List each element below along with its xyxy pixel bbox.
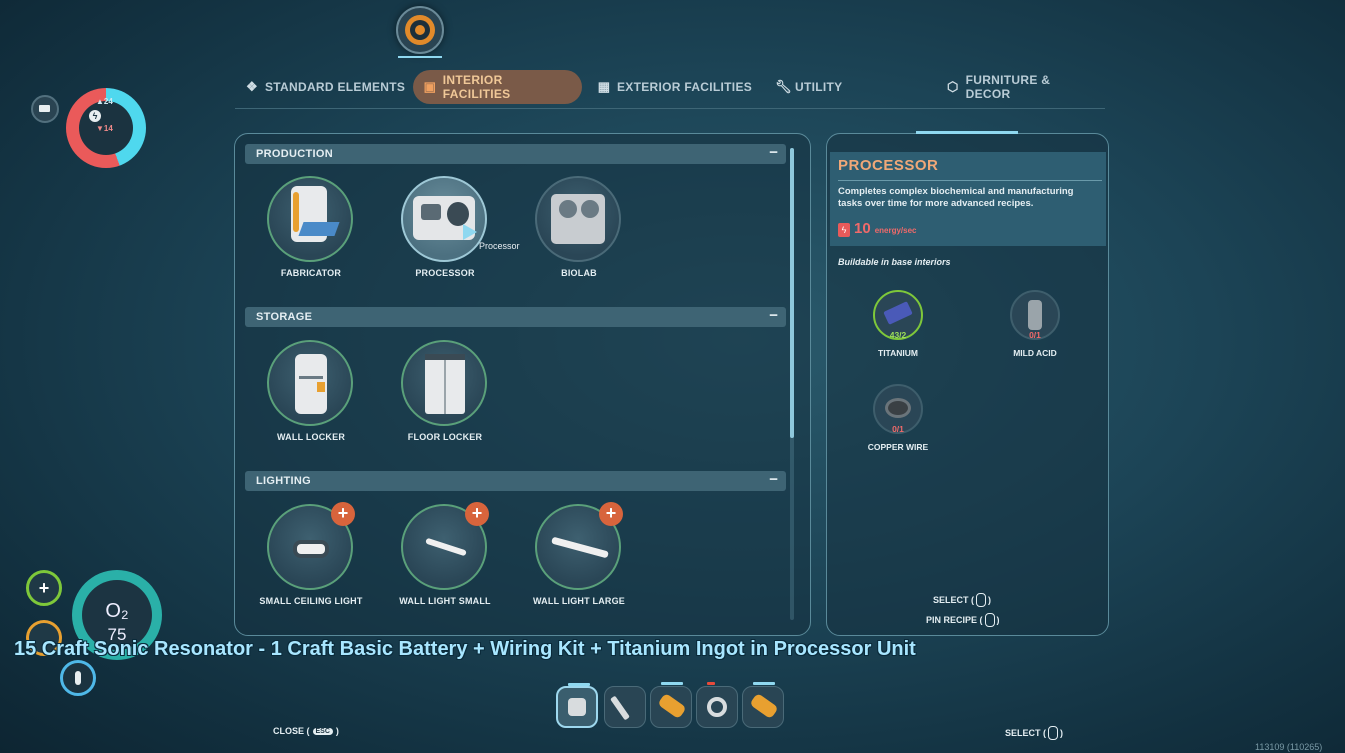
item-small-ceiling-light[interactable]: + SMALL CEILING LIGHT (251, 502, 371, 634)
plus-icon: + (38, 578, 50, 598)
lightning-icon: ϟ (89, 110, 101, 122)
mouse-icon (976, 593, 987, 607)
hexagon-cube-icon: ⬡ (946, 79, 959, 94)
buildable-note: Buildable in base interiors (838, 257, 951, 267)
category-tabs: ❖ STANDARD ELEMENTS ▣ INTERIOR FACILITIE… (235, 70, 1105, 104)
mouse-icon (1048, 726, 1059, 740)
slot-scanner[interactable] (556, 683, 598, 728)
slot-grapple[interactable] (696, 682, 738, 728)
collapse-icon[interactable]: − (769, 307, 778, 324)
oxygen-label: O₂ (105, 600, 129, 622)
item-fabricator[interactable]: FABRICATOR (251, 176, 371, 306)
tab-standard-elements[interactable]: ❖ STANDARD ELEMENTS (235, 70, 415, 104)
mouse-icon (984, 613, 995, 627)
battery-icon (749, 692, 779, 720)
ingredient-mild-acid: 0/1 MILD ACID (990, 290, 1080, 370)
battery-icon (31, 95, 59, 123)
tab-divider (235, 108, 1105, 109)
grapple-icon (707, 697, 727, 717)
energy-cost: ϟ 10 energy/sec (838, 220, 917, 237)
item-biolab[interactable]: BIOLAB (519, 176, 639, 306)
detail-divider (838, 180, 1102, 181)
detail-accent-bar (916, 131, 1018, 134)
machine-icon: ▣ (423, 79, 437, 94)
ingredient-titanium: 43/2 TITANIUM (853, 290, 943, 370)
ingredient-copper-wire: 0/1 COPPER WIRE (853, 384, 943, 464)
detail-title: PROCESSOR (838, 157, 939, 174)
quick-slot-bar (554, 682, 790, 734)
energy-up-value: ▲24 (96, 97, 113, 106)
slot-battery-1[interactable] (650, 682, 692, 728)
processor-icon (401, 176, 487, 262)
wall-locker-icon (267, 340, 353, 426)
detail-description: Completes complex biochemical and manufa… (838, 186, 1074, 209)
close-button[interactable]: CLOSE ( ESC ) (273, 726, 339, 736)
structure-icon: ▦ (597, 79, 611, 94)
collapse-icon[interactable]: − (769, 144, 778, 161)
item-tooltip: Processor (479, 241, 520, 251)
energy-gauge: ▲24 ϟ ▼14 (66, 88, 146, 168)
slot-repair-tool[interactable] (604, 686, 646, 728)
item-wall-locker[interactable]: WALL LOCKER (251, 340, 371, 470)
cube-cluster-icon: ❖ (246, 79, 258, 94)
esc-key-icon: ESC (312, 727, 333, 735)
build-list-panel: PRODUCTION − FABRICATOR PROCESSOR BIOLAB… (234, 133, 811, 636)
repair-tool-icon (610, 695, 630, 721)
tab-furniture-decor[interactable]: ⬡ FURNITURE & DECOR (936, 70, 1105, 104)
scrollbar-thumb[interactable] (790, 148, 794, 438)
new-badge-icon: + (465, 502, 489, 526)
item-wall-light-small[interactable]: + WALL LIGHT SMALL (385, 502, 505, 634)
fabricator-icon (267, 176, 353, 262)
health-gauge: + (26, 570, 62, 606)
floor-locker-icon (401, 340, 487, 426)
scanner-icon (568, 698, 586, 716)
pin-recipe-hint[interactable]: PIN RECIPE ( ) (926, 613, 1000, 627)
section-storage-header[interactable]: STORAGE − (245, 307, 786, 327)
section-lighting-header[interactable]: LIGHTING − (245, 471, 786, 491)
collapse-icon[interactable]: − (769, 471, 778, 488)
section-production-header[interactable]: PRODUCTION − (245, 144, 786, 164)
item-floor-locker[interactable]: FLOOR LOCKER (385, 340, 505, 470)
energy-down-value: ▼14 (96, 124, 113, 133)
battery-icon (657, 692, 687, 720)
biolab-icon (535, 176, 621, 262)
tab-utility[interactable]: 🔧︎ UTILITY (765, 70, 852, 104)
wrench-icon: 🔧︎ (775, 79, 792, 94)
new-badge-icon: + (331, 502, 355, 526)
select-hint[interactable]: SELECT ( ) (933, 593, 991, 607)
compass-icon (396, 6, 444, 58)
video-subtitle: 15 Craft Sonic Resonator - 1 Craft Basic… (14, 638, 916, 660)
select-button[interactable]: SELECT ( ) (1005, 726, 1063, 740)
tab-exterior-facilities[interactable]: ▦ EXTERIOR FACILITIES (587, 70, 762, 104)
version-label: 113109 (110265) (1255, 742, 1323, 752)
item-wall-light-large[interactable]: + WALL LIGHT LARGE (519, 502, 639, 634)
tab-interior-facilities[interactable]: ▣ INTERIOR FACILITIES (413, 70, 582, 104)
energy-icon: ϟ (838, 223, 850, 237)
slot-battery-2[interactable] (742, 682, 784, 728)
new-badge-icon: + (599, 502, 623, 526)
oxygen-tank-icon (60, 660, 96, 696)
